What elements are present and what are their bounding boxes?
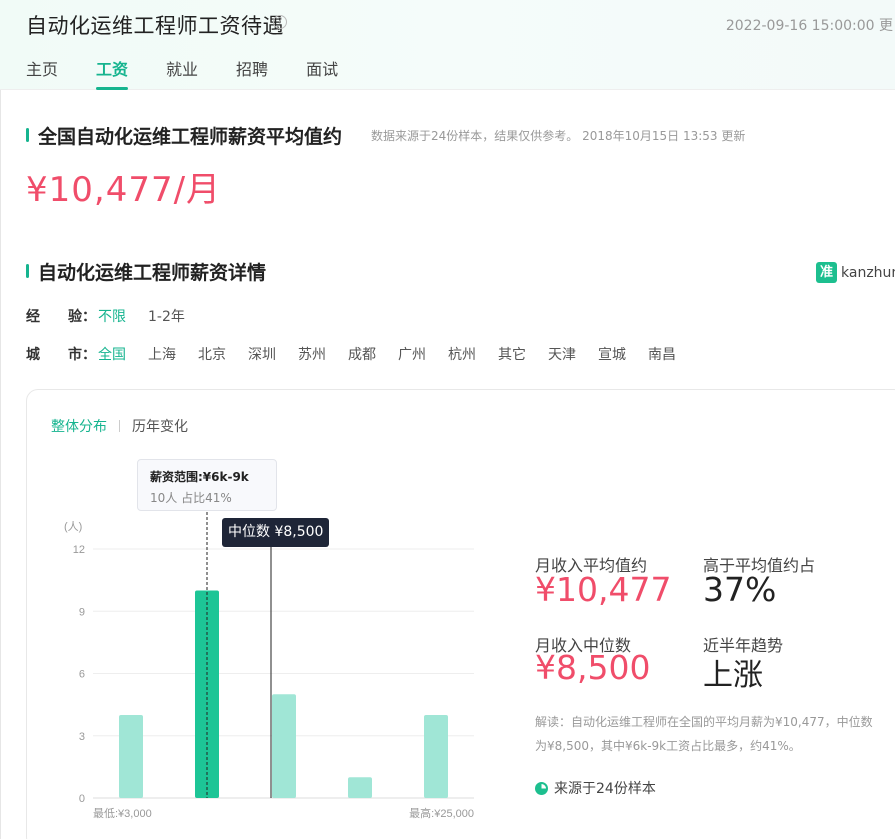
bar-tooltip: 薪资范围:¥6k-9k 10人 占比41% [137,459,277,511]
explain-text: 解读：自动化运维工程师在全国的平均月薪为¥10,477，中位数为¥8,500，其… [535,715,873,753]
y-tick-label: 12 [73,544,85,556]
y-axis-label: (人) [64,520,82,533]
bar [119,715,143,798]
tooltip-sub: 10人 占比41% [150,491,232,505]
x-max-label: 最高:¥25,000 [409,806,474,820]
above-avg-value: 37% [703,570,777,609]
tooltip-title: 薪资范围:¥6k-9k [150,470,249,484]
bar [272,694,296,798]
avg-value: ¥10,477 [535,570,672,609]
source-text: 来源于24份样本 [554,781,656,797]
y-tick-label: 3 [79,731,85,743]
bar [424,715,448,798]
y-tick-label: 9 [79,606,85,618]
median-tag: 中位数 ¥8,500 [222,518,330,547]
bar [348,777,372,798]
y-tick-label: 0 [79,793,85,805]
median-value: ¥8,500 [535,648,651,687]
sample-source: 来源于24份样本 [535,778,656,798]
pie-chart-icon [535,781,548,795]
trend-value: 上涨 [703,658,763,693]
y-tick-label: 6 [79,669,85,681]
x-min-label: 最低:¥3,000 [93,807,152,820]
